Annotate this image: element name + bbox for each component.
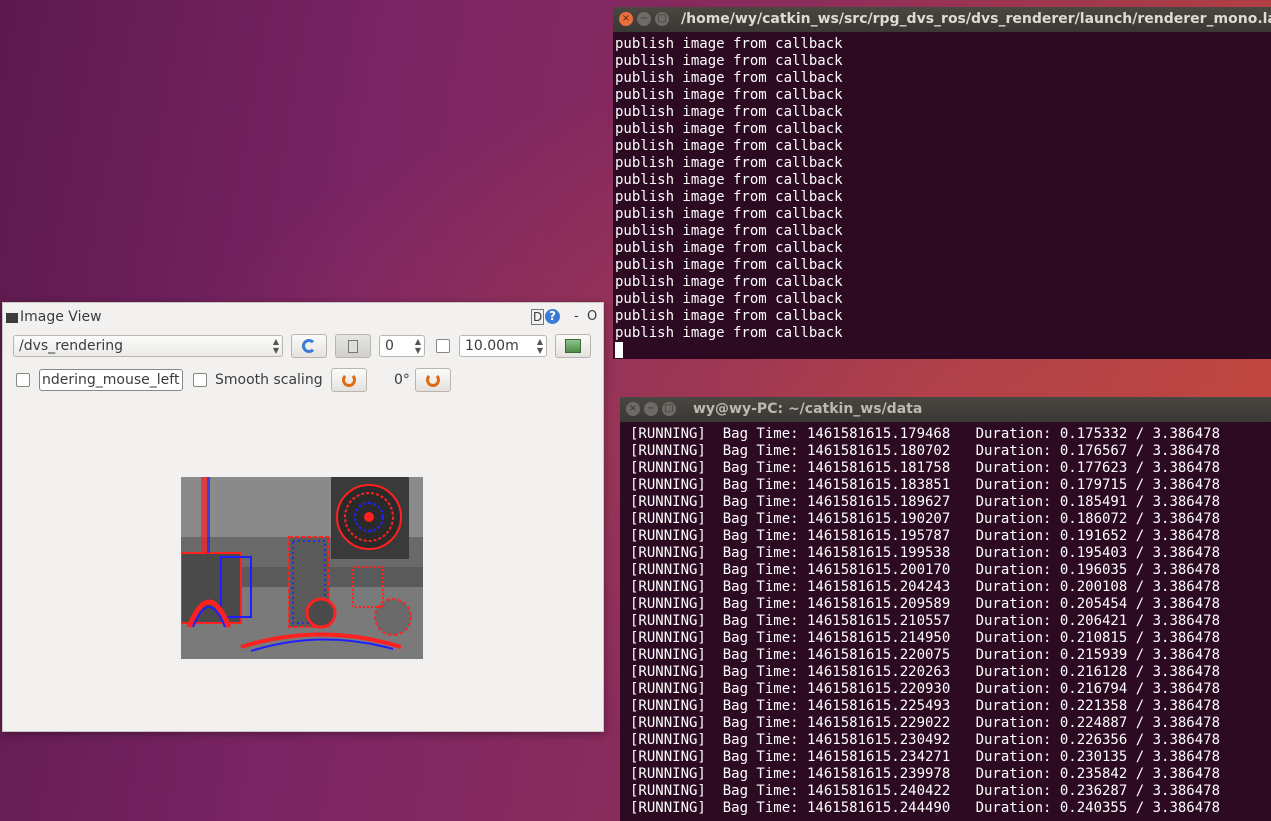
rotate-right-button[interactable] [415,368,451,392]
maximize-button[interactable]: □ [655,12,669,26]
terminal-line: publish image from callback [615,257,843,273]
mouse-topic-input[interactable]: ndering_mouse_left [39,369,183,391]
terminal-window-rosbag[interactable]: × − □ wy@wy-PC: ~/catkin_ws/data [RUNNIN… [620,397,1271,821]
terminal-line: [RUNNING] Bag Time: 1461581615.189627 Du… [630,494,1221,510]
close-button[interactable]: × [626,402,640,416]
rotation-label: 0° [394,372,410,388]
terminal-line: publish image from callback [615,308,843,324]
terminal-line: [RUNNING] Bag Time: 1461581615.210557 Du… [630,613,1221,629]
terminal-line: publish image from callback [615,240,843,256]
image-view-titlebar[interactable]: Image View D ? - O [3,307,603,329]
terminal-output[interactable]: publish image from callback publish image… [613,32,1271,359]
image-view-title: Image View [20,309,102,325]
terminal-line: publish image from callback [615,36,843,52]
help-icon[interactable]: ? [545,309,560,324]
terminal-titlebar[interactable]: × − □ /home/wy/catkin_ws/src/rpg_dvs_ros… [613,7,1271,32]
num-gridlines-spinbox[interactable]: 0 ▲ ▼ [379,335,425,357]
terminal-window-renderer[interactable]: × − □ /home/wy/catkin_ws/src/rpg_dvs_ros… [613,7,1271,359]
window-title: wy@wy-PC: ~/catkin_ws/data [693,401,923,417]
terminal-line: [RUNNING] Bag Time: 1461581615.239978 Du… [630,766,1221,782]
terminal-line: publish image from callback [615,87,843,103]
topic-select-value: /dvs_rendering [19,338,124,354]
max-range-spinbox[interactable]: 10.00m ▲ ▼ [459,335,547,357]
terminal-line: [RUNNING] Bag Time: 1461581615.195787 Du… [630,528,1221,544]
terminal-line: [RUNNING] Bag Time: 1461581615.234271 Du… [630,749,1221,765]
mouse-topic-value: ndering_mouse_left [42,372,180,388]
spin-arrows-icon: ▲ ▼ [536,337,543,355]
rotate-left-button[interactable] [331,368,367,392]
close-button[interactable]: × [619,12,633,26]
smooth-scaling-label: Smooth scaling [215,372,323,388]
terminal-line: publish image from callback [615,138,843,154]
terminal-line: [RUNNING] Bag Time: 1461581615.225493 Du… [630,698,1221,714]
publish-click-checkbox[interactable] [16,373,30,387]
terminal-line: [RUNNING] Bag Time: 1461581615.183851 Du… [630,477,1221,493]
terminal-line: [RUNNING] Bag Time: 1461581615.244490 Du… [630,800,1221,816]
terminal-line: [RUNNING] Bag Time: 1461581615.204243 Du… [630,579,1221,595]
terminal-line: publish image from callback [615,104,843,120]
minimize-button[interactable]: − [637,12,651,26]
terminal-line: [RUNNING] Bag Time: 1461581615.230492 Du… [630,732,1221,748]
image-view-window[interactable]: Image View D ? - O /dvs_rendering ▲ ▼ 0 ▲… [2,302,604,732]
dvs-event-image [181,477,423,659]
save-image-button[interactable] [555,334,591,358]
smooth-scaling-checkbox[interactable] [193,373,207,387]
rotate-right-icon [426,373,440,387]
terminal-line: publish image from callback [615,274,843,290]
terminal-line: [RUNNING] Bag Time: 1461581615.220263 Du… [630,664,1221,680]
terminal-line: publish image from callback [615,53,843,69]
terminal-line: publish image from callback [615,291,843,307]
terminal-line: publish image from callback [615,121,843,137]
terminal-line: publish image from callback [615,172,843,188]
terminal-line: [RUNNING] Bag Time: 1461581615.240422 Du… [630,783,1221,799]
terminal-line: [RUNNING] Bag Time: 1461581615.220075 Du… [630,647,1221,663]
terminal-line: publish image from callback [615,189,843,205]
rotate-left-icon [342,373,356,387]
spin-arrows-icon: ▲ ▼ [414,337,421,355]
terminal-titlebar[interactable]: × − □ wy@wy-PC: ~/catkin_ws/data [620,397,1271,422]
terminal-line: [RUNNING] Bag Time: 1461581615.220930 Du… [630,681,1221,697]
zoom-1-button[interactable] [335,334,371,358]
terminal-line: publish image from callback [615,325,843,341]
num-gridlines-value: 0 [385,338,394,354]
terminal-line: [RUNNING] Bag Time: 1461581615.229022 Du… [630,715,1221,731]
terminal-line: publish image from callback [615,155,843,171]
maximize-button[interactable]: □ [662,402,676,416]
terminal-line: [RUNNING] Bag Time: 1461581615.199538 Du… [630,545,1221,561]
terminal-line: publish image from callback [615,206,843,222]
dynamic-range-checkbox[interactable] [436,339,450,353]
terminal-line: [RUNNING] Bag Time: 1461581615.180702 Du… [630,443,1221,459]
terminal-line: [RUNNING] Bag Time: 1461581615.209589 Du… [630,596,1221,612]
dvs-rendered-image[interactable] [181,477,423,659]
refresh-icon [302,339,316,353]
close-button[interactable]: O [587,309,597,324]
terminal-line: [RUNNING] Bag Time: 1461581615.200170 Du… [630,562,1221,578]
minimize-button[interactable]: − [644,402,658,416]
save-icon [565,339,581,353]
max-range-value: 10.00m [465,338,519,354]
window-title: /home/wy/catkin_ws/src/rpg_dvs_ros/dvs_r… [681,11,1271,27]
terminal-line: [RUNNING] Bag Time: 1461581615.214950 Du… [630,630,1221,646]
terminal-line: publish image from callback [615,223,843,239]
minimize-button[interactable]: - [574,309,579,324]
terminal-cursor [615,342,623,358]
terminal-line: [RUNNING] Bag Time: 1461581615.179468 Du… [630,426,1221,442]
terminal-line: [RUNNING] Bag Time: 1461581615.190207 Du… [630,511,1221,527]
zoom-icon [348,339,358,353]
terminal-output[interactable]: [RUNNING] Bag Time: 1461581615.179468 Du… [620,422,1271,821]
window-icon [6,313,18,323]
topic-select[interactable]: /dvs_rendering ▲ ▼ [13,335,283,357]
updown-arrows-icon: ▲ ▼ [272,337,279,355]
terminal-line: [RUNNING] Bag Time: 1461581615.181758 Du… [630,460,1221,476]
d-button[interactable]: D [531,309,545,325]
refresh-topics-button[interactable] [291,334,327,358]
terminal-line: publish image from callback [615,70,843,86]
